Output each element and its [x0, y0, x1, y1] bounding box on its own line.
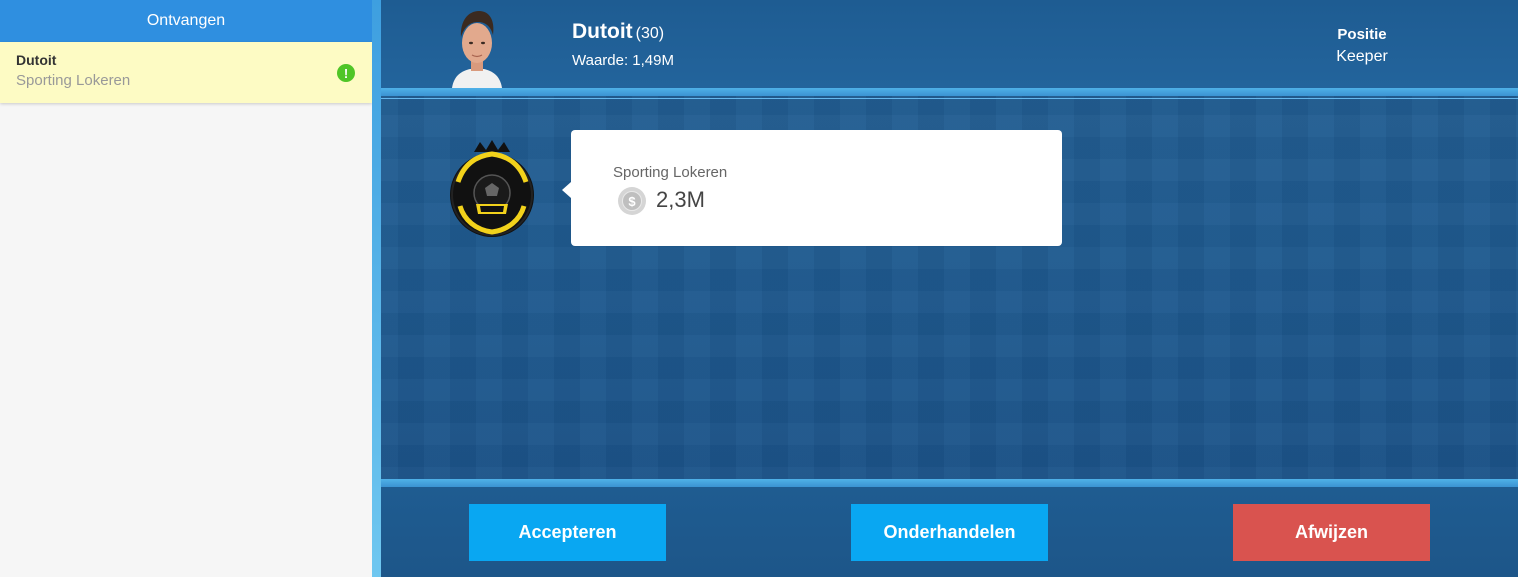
club-crest-icon [450, 140, 534, 237]
negotiate-button[interactable]: Onderhandelen [851, 504, 1048, 561]
player-name: Dutoit (30) [572, 20, 665, 43]
sidebar-header-received[interactable]: Ontvangen [0, 0, 372, 42]
accept-button[interactable]: Accepteren [469, 504, 666, 561]
offer-card: Sporting Lokeren $ 2,3M [562, 130, 1062, 246]
offers-sidebar: Ontvangen Dutoit Sporting Lokeren ! [0, 0, 372, 577]
player-value: Waarde: 1,49M [572, 52, 674, 69]
player-header [381, 0, 1518, 88]
coin-icon: $ [618, 187, 646, 215]
panel-edge [372, 0, 381, 577]
offer-player-name: Dutoit [16, 52, 57, 68]
header-divider [381, 88, 1518, 96]
header-divider-line [381, 98, 1518, 99]
position-label: Positie [1337, 26, 1387, 43]
offer-detail-panel: Dutoit (30) Waarde: 1,49M Positie Keeper … [372, 0, 1518, 577]
offer-amount: 2,3M [656, 187, 705, 212]
offer-club-name: Sporting Lokeren [16, 72, 131, 89]
footer-divider [381, 479, 1518, 487]
position-value: Keeper [1336, 48, 1388, 65]
offer-card-club: Sporting Lokeren [613, 164, 728, 181]
reject-button[interactable]: Afwijzen [1233, 504, 1430, 561]
offer-list-item[interactable]: Dutoit Sporting Lokeren ! [0, 42, 372, 103]
player-age: (30) [635, 25, 665, 42]
alert-icon: ! [337, 64, 355, 82]
player-photo [452, 11, 502, 88]
